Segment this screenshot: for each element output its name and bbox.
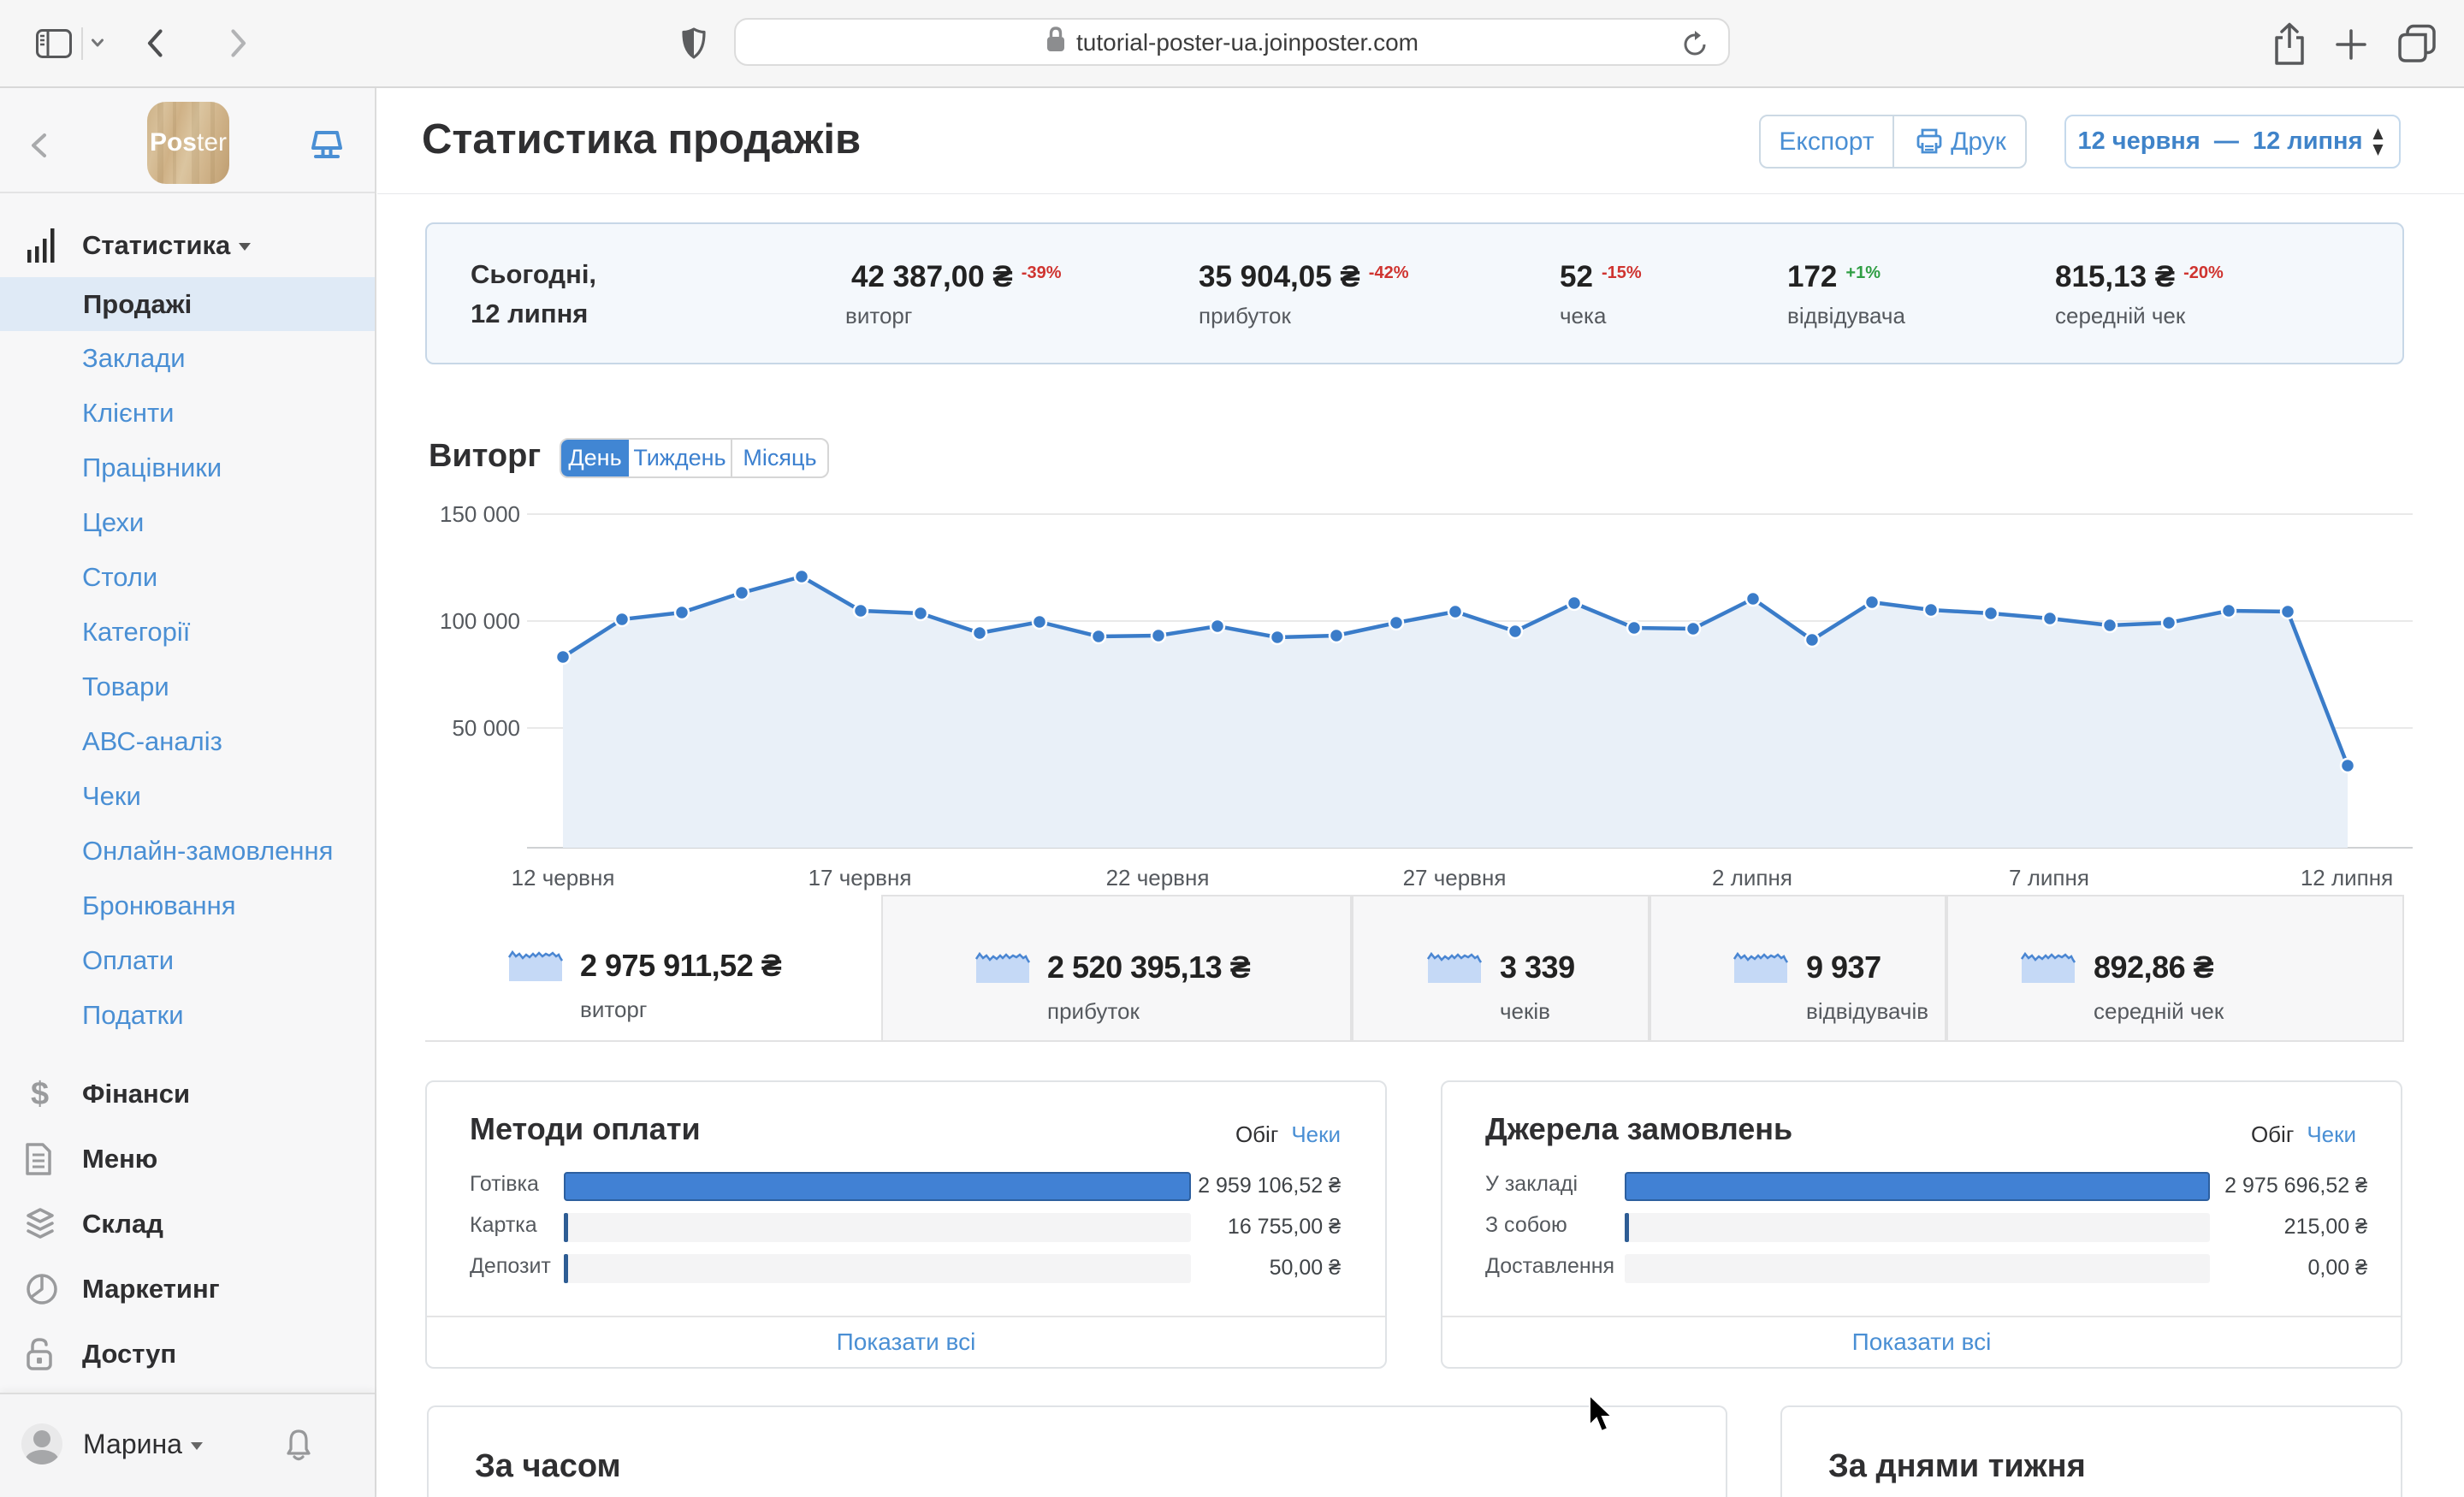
svg-text:150 000: 150 000 bbox=[440, 501, 520, 527]
svg-text:50 000: 50 000 bbox=[452, 715, 520, 741]
svg-text:12 липня: 12 липня bbox=[2301, 865, 2393, 891]
svg-text:27 червня: 27 червня bbox=[1403, 865, 1507, 891]
svg-text:100 000: 100 000 bbox=[440, 608, 520, 634]
svg-text:22 червня: 22 червня bbox=[1106, 865, 1210, 891]
svg-text:2 липня: 2 липня bbox=[1712, 865, 1792, 891]
svg-text:17 червня: 17 червня bbox=[808, 865, 912, 891]
svg-text:7 липня: 7 липня bbox=[2009, 865, 2089, 891]
svg-text:12 червня: 12 червня bbox=[512, 865, 615, 891]
